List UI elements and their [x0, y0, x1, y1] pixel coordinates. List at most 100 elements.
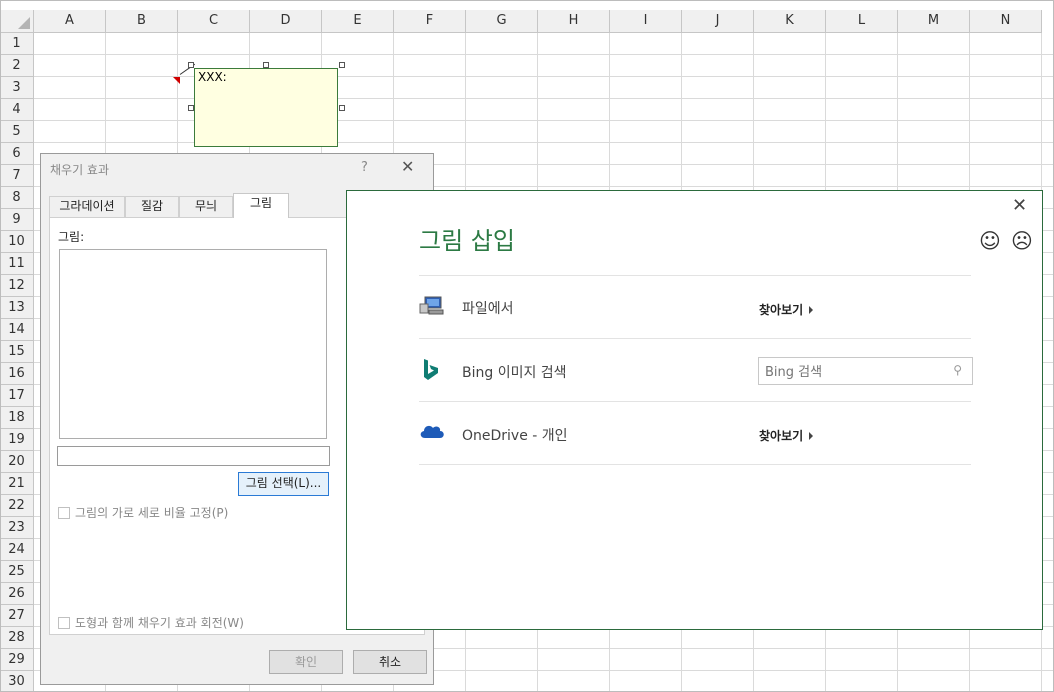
comment-indicator-icon	[173, 77, 180, 84]
chevron-right-icon	[809, 306, 814, 314]
onedrive-icon	[419, 422, 445, 443]
tab-picture[interactable]: 그림	[233, 193, 289, 218]
rotate-with-shape-label: 도형과 함께 채우기 효과 회전(W)	[75, 616, 244, 630]
row-header[interactable]: 4	[0, 99, 34, 121]
column-header[interactable]: I	[610, 10, 682, 33]
dialog-title: 채우기 효과	[50, 163, 110, 177]
gridline	[34, 54, 1054, 55]
row-header[interactable]: 13	[0, 297, 34, 319]
row-header[interactable]: 2	[0, 55, 34, 77]
tab-pattern[interactable]: 무늬	[179, 196, 233, 217]
close-icon[interactable]: ✕	[401, 157, 414, 176]
insert-pictures-pane: ✕ 그림 삽입 ☺ ☹ 파일에서 찾아보기 Bing 이미지 검색 ⚲ OneD…	[346, 190, 1043, 630]
divider	[419, 464, 971, 465]
row-header[interactable]: 8	[0, 187, 34, 209]
gridline	[34, 142, 1054, 143]
search-icon[interactable]: ⚲	[953, 363, 962, 377]
lock-aspect-ratio-option[interactable]: 그림의 가로 세로 비율 고정(P)	[58, 504, 228, 521]
computer-icon	[419, 295, 445, 320]
row-header[interactable]: 22	[0, 495, 34, 517]
from-file-label: 파일에서	[462, 301, 514, 317]
row-header[interactable]: 15	[0, 341, 34, 363]
row-header[interactable]: 14	[0, 319, 34, 341]
lock-aspect-ratio-label: 그림의 가로 세로 비율 고정(P)	[75, 506, 229, 520]
column-header[interactable]: A	[34, 10, 106, 33]
rotate-with-shape-option[interactable]: 도형과 함께 채우기 효과 회전(W)	[58, 614, 244, 631]
row-header[interactable]: 20	[0, 451, 34, 473]
browse-file-label: 찾아보기	[759, 303, 804, 317]
chevron-right-icon	[809, 432, 814, 440]
tab-texture[interactable]: 질감	[125, 196, 179, 217]
row-header[interactable]: 19	[0, 429, 34, 451]
divider	[419, 401, 971, 402]
bing-search-input[interactable]	[763, 362, 947, 382]
gridline	[34, 76, 1054, 77]
picture-path-field	[57, 446, 330, 466]
row-header[interactable]: 6	[0, 143, 34, 165]
row-header[interactable]: 27	[0, 605, 34, 627]
row-header[interactable]: 28	[0, 627, 34, 649]
resize-handle-right[interactable]	[339, 105, 345, 111]
divider	[419, 275, 971, 276]
picture-label: 그림:	[58, 230, 85, 244]
bing-icon	[423, 359, 439, 384]
onedrive-label: OneDrive - 개인	[462, 428, 568, 444]
row-header[interactable]: 30	[0, 671, 34, 692]
column-header[interactable]: K	[754, 10, 826, 33]
column-header[interactable]: M	[898, 10, 970, 33]
column-header[interactable]: J	[682, 10, 754, 33]
row-header[interactable]: 7	[0, 165, 34, 187]
row-header[interactable]: 24	[0, 539, 34, 561]
column-header[interactable]: G	[466, 10, 538, 33]
select-picture-button[interactable]: 그림 선택(L)...	[238, 472, 329, 496]
cancel-button[interactable]: 취소	[353, 650, 427, 674]
row-header[interactable]: 12	[0, 275, 34, 297]
row-header[interactable]: 3	[0, 77, 34, 99]
column-header[interactable]: N	[970, 10, 1042, 33]
row-header[interactable]: 1	[0, 33, 34, 55]
resize-handle-left[interactable]	[188, 105, 194, 111]
column-header[interactable]: C	[178, 10, 250, 33]
close-icon[interactable]: ✕	[1012, 195, 1027, 216]
row-header[interactable]: 9	[0, 209, 34, 231]
resize-handle-top-right[interactable]	[339, 62, 345, 68]
row-header[interactable]: 11	[0, 253, 34, 275]
row-header[interactable]: 25	[0, 561, 34, 583]
ok-button[interactable]: 확인	[269, 650, 343, 674]
bing-search-label: Bing 이미지 검색	[462, 365, 567, 381]
row-header[interactable]: 26	[0, 583, 34, 605]
frown-feedback-icon[interactable]: ☹	[1011, 229, 1033, 253]
picture-preview	[59, 249, 327, 439]
row-header[interactable]: 17	[0, 385, 34, 407]
row-header[interactable]: 16	[0, 363, 34, 385]
column-header[interactable]: L	[826, 10, 898, 33]
row-header[interactable]: 18	[0, 407, 34, 429]
resize-handle-top-left[interactable]	[188, 62, 194, 68]
row-header[interactable]: 10	[0, 231, 34, 253]
column-header[interactable]: D	[250, 10, 322, 33]
browse-file-link[interactable]: 찾아보기	[759, 301, 814, 318]
help-button[interactable]: ?	[361, 160, 368, 175]
column-header[interactable]: H	[538, 10, 610, 33]
browse-onedrive-link[interactable]: 찾아보기	[759, 427, 814, 444]
tab-gradient[interactable]: 그라데이션	[49, 196, 125, 217]
gridline	[34, 98, 1054, 99]
column-header[interactable]: B	[106, 10, 178, 33]
select-all-corner[interactable]	[0, 10, 34, 33]
column-header[interactable]: E	[322, 10, 394, 33]
divider	[419, 338, 971, 339]
comment-text: XXX:	[198, 70, 227, 84]
row-header[interactable]: 21	[0, 473, 34, 495]
insert-pictures-title: 그림 삽입	[419, 227, 515, 255]
bing-search-box[interactable]: ⚲	[758, 357, 973, 385]
column-header[interactable]: F	[394, 10, 466, 33]
rotate-with-shape-checkbox[interactable]	[58, 617, 70, 629]
resize-handle-top[interactable]	[263, 62, 269, 68]
gridline	[34, 120, 1054, 121]
row-header[interactable]: 5	[0, 121, 34, 143]
cell-comment[interactable]: XXX:	[194, 68, 338, 147]
lock-aspect-ratio-checkbox[interactable]	[58, 507, 70, 519]
row-header[interactable]: 29	[0, 649, 34, 671]
row-header[interactable]: 23	[0, 517, 34, 539]
smile-feedback-icon[interactable]: ☺	[979, 229, 1001, 253]
